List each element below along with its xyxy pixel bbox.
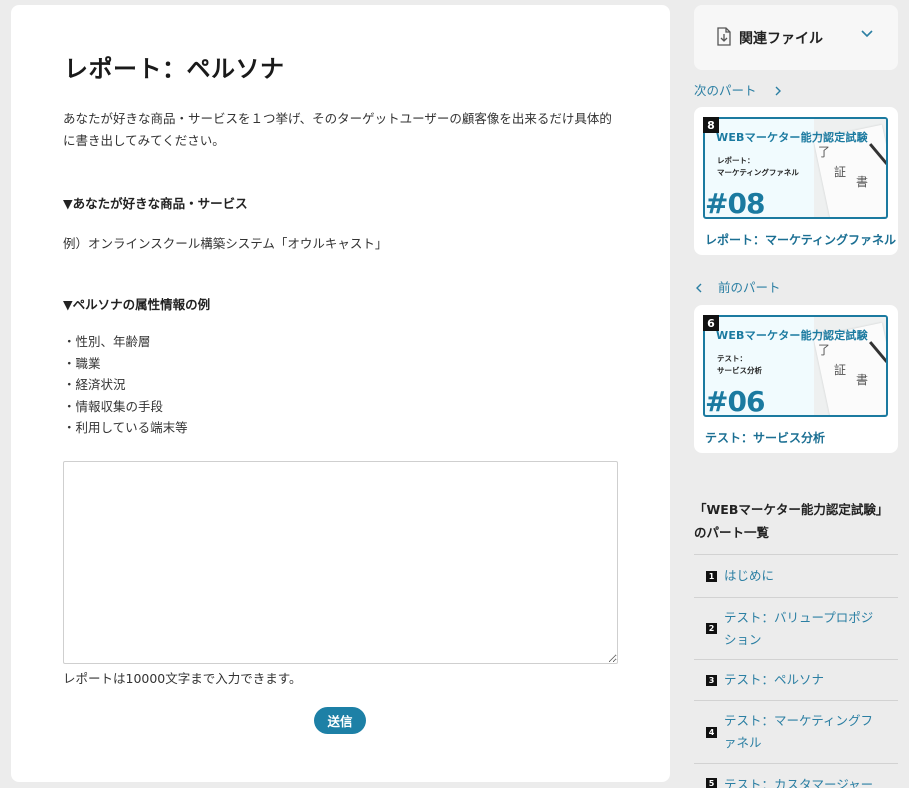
report-textarea[interactable] — [63, 461, 618, 664]
cert-kanji: 証 — [834, 165, 847, 179]
cert-kanji: 書 — [856, 373, 869, 387]
cert-kanji: 了 — [818, 145, 831, 159]
prev-part-title[interactable]: テスト：サービス分析 — [705, 429, 825, 446]
thumb-title: WEBマーケター能力認定試験 — [716, 329, 868, 342]
file-download-icon — [717, 27, 731, 46]
thumb-subtitle: テスト： サービス分析 — [717, 353, 762, 377]
next-part-label: 次のパート — [694, 83, 757, 98]
intro-text: あなたが好きな商品・サービスを１つ挙げ、そのターゲットユーザーの顧客像を出来るだ… — [63, 111, 612, 148]
chevron-down-icon — [861, 30, 873, 38]
next-part-title[interactable]: レポート：マーケティングファネル — [705, 231, 896, 248]
part-number-badge: 1 — [706, 570, 717, 582]
parts-list-heading: 「WEBマーケター能力認定試験」 のパート一覧 — [694, 498, 898, 544]
parts-list: 1 はじめに 2 テスト：バリュープロポジション 3 テスト：ペルソナ 4 テス… — [694, 554, 898, 788]
cert-kanji: 証 — [834, 363, 847, 377]
attribute-item: ・情報収集の手段 — [63, 398, 164, 414]
part-number-badge: 3 — [706, 674, 717, 686]
prev-part-thumbnail: 了 証 書 WEBマーケター能力認定試験 テスト： サービス分析 #06 — [703, 315, 888, 417]
parts-list-item[interactable]: 3 テスト：ペルソナ — [694, 659, 898, 700]
cert-kanji: 了 — [818, 343, 831, 357]
prev-part-card[interactable]: 6 了 証 書 WEBマーケター能力認定試験 テスト： サービス分析 #06 テ… — [694, 305, 898, 453]
section-heading-persona-attributes: ▼ペルソナの属性情報の例 — [63, 297, 211, 312]
parts-heading-line: のパート一覧 — [694, 525, 770, 540]
thumb-subtitle-line: テスト： — [717, 354, 747, 363]
attribute-list: ・性別、年齢層 ・職業 ・経済状況 ・情報収集の手段 ・利用している端末等 — [63, 331, 188, 439]
attribute-item: ・職業 — [63, 355, 101, 371]
parts-heading-line: 「WEBマーケター能力認定試験」 — [694, 502, 889, 517]
parts-list-item[interactable]: 5 テスト：カスタマージャー — [694, 763, 898, 788]
thumb-subtitle-line: レポート： — [717, 156, 755, 165]
main-card: レポート：ペルソナ あなたが好きな商品・サービスを１つ挙げ、そのターゲットユーザ… — [11, 5, 670, 782]
character-limit-hint: レポートは10000文字まで入力できます。 — [63, 671, 302, 686]
parts-list-item[interactable]: 2 テスト：バリュープロポジション — [694, 597, 898, 659]
thumb-subtitle-line: マーケティングファネル — [717, 168, 799, 177]
part-number-badge: 4 — [706, 726, 717, 738]
chevron-left-icon — [696, 283, 702, 293]
cert-kanji: 書 — [856, 175, 869, 189]
part-number-badge: 5 — [706, 778, 717, 788]
part-link[interactable]: テスト：ペルソナ — [724, 669, 884, 691]
thumb-number: #08 — [705, 187, 765, 219]
thumb-number: #06 — [705, 385, 765, 417]
attribute-item: ・性別、年齢層 — [63, 334, 151, 349]
part-number-badge: 2 — [706, 623, 717, 634]
related-files-toggle[interactable]: 関連ファイル — [694, 5, 898, 70]
attribute-item: ・経済状況 — [63, 377, 126, 392]
attribute-item: ・利用している端末等 — [63, 420, 188, 435]
next-part-link[interactable]: 次のパート — [694, 80, 783, 99]
parts-list-item[interactable]: 4 テスト：マーケティングファネル — [694, 700, 898, 763]
next-part-card[interactable]: 8 了 証 書 WEBマーケター能力認定試験 レポート： マーケティングファネル… — [694, 107, 898, 255]
part-link[interactable]: はじめに — [724, 565, 884, 587]
thumb-subtitle: レポート： マーケティングファネル — [717, 155, 799, 179]
page-title: レポート：ペルソナ — [64, 55, 285, 83]
prev-part-label: 前のパート — [717, 280, 781, 295]
thumb-title: WEBマーケター能力認定試験 — [716, 131, 868, 144]
part-number-badge: 6 — [703, 315, 719, 331]
chevron-right-icon — [775, 86, 781, 96]
next-part-thumbnail: 了 証 書 WEBマーケター能力認定試験 レポート： マーケティングファネル #… — [703, 117, 888, 219]
part-link[interactable]: テスト：バリュープロポジション — [724, 607, 884, 651]
part-link[interactable]: テスト：カスタマージャー — [724, 774, 884, 788]
product-example: 例）オンラインスクール構築システム「オウルキャスト」 — [63, 236, 388, 251]
part-number-badge: 8 — [703, 117, 719, 133]
thumb-subtitle-line: サービス分析 — [717, 366, 762, 375]
parts-list-item[interactable]: 1 はじめに — [694, 554, 898, 597]
submit-button[interactable]: 送信 — [314, 707, 366, 734]
prev-part-link[interactable]: 前のパート — [694, 277, 781, 296]
part-link[interactable]: テスト：マーケティングファネル — [724, 710, 884, 754]
section-heading-product: ▼あなたが好きな商品・サービス — [63, 196, 248, 211]
related-files-label: 関連ファイル — [739, 31, 823, 47]
